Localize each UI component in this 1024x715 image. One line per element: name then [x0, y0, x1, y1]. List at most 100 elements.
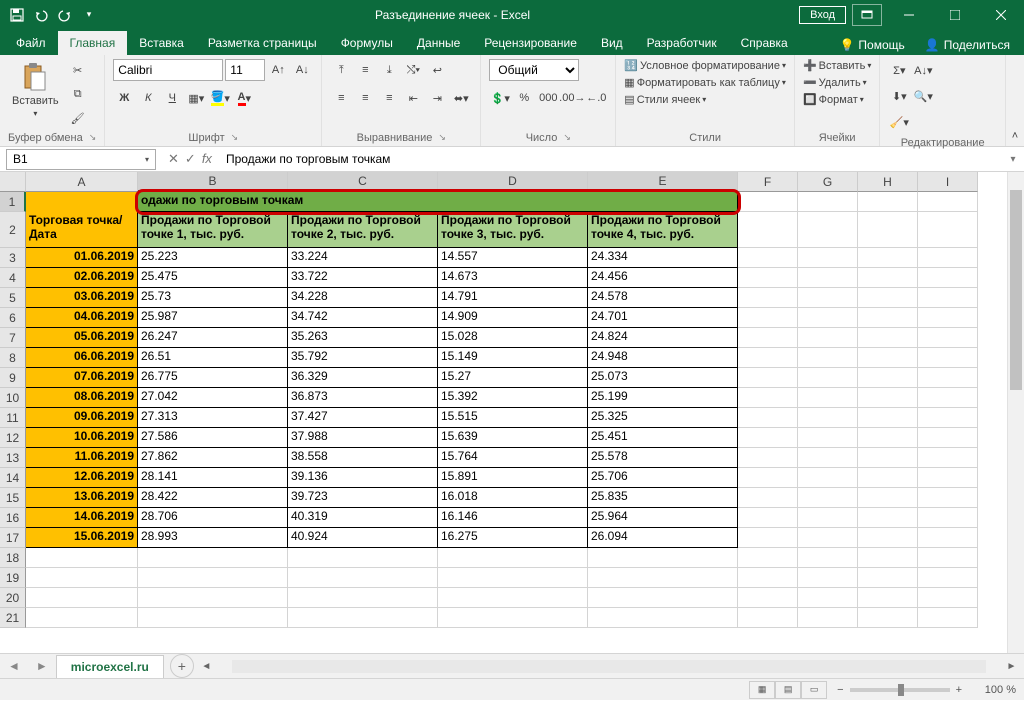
cell[interactable] [588, 588, 738, 608]
cell[interactable] [738, 192, 798, 212]
cell[interactable]: 16.018 [438, 488, 588, 508]
tab-data[interactable]: Данные [405, 31, 472, 55]
cell[interactable]: 27.586 [138, 428, 288, 448]
cell[interactable]: 37.427 [288, 408, 438, 428]
page-break-view-icon[interactable]: ▭ [801, 681, 827, 699]
tab-file[interactable]: Файл [4, 31, 58, 55]
fx-icon[interactable]: fx [202, 151, 212, 167]
col-F[interactable]: F [738, 172, 798, 192]
cell[interactable]: 16.275 [438, 528, 588, 548]
cell[interactable]: 14.557 [438, 248, 588, 268]
cell[interactable] [858, 608, 918, 628]
format-as-table-button[interactable]: ▦Форматировать как таблицу▾ [624, 76, 786, 89]
cell[interactable]: 27.313 [138, 408, 288, 428]
row-7[interactable]: 7 [0, 328, 26, 348]
cell[interactable] [918, 428, 978, 448]
row-13[interactable]: 13 [0, 448, 26, 468]
cell[interactable] [918, 408, 978, 428]
cell[interactable]: 24.456 [588, 268, 738, 288]
cell[interactable]: 25.223 [138, 248, 288, 268]
bold-button[interactable]: Ж [113, 87, 135, 109]
cell[interactable] [26, 588, 138, 608]
cell[interactable] [918, 608, 978, 628]
cancel-formula-icon[interactable]: ✕ [168, 151, 179, 167]
tab-review[interactable]: Рецензирование [472, 31, 589, 55]
insert-cells-button[interactable]: ➕Вставить▾ [803, 59, 871, 72]
cell[interactable] [858, 568, 918, 588]
cell[interactable] [858, 508, 918, 528]
cell[interactable]: 26.094 [588, 528, 738, 548]
cell[interactable]: одажи по торговым точкам [138, 192, 738, 212]
cell[interactable]: 25.451 [588, 428, 738, 448]
cell[interactable] [858, 308, 918, 328]
autosum-icon[interactable]: Σ▾ [888, 59, 910, 81]
cell[interactable]: 15.764 [438, 448, 588, 468]
save-icon[interactable] [6, 4, 28, 26]
cell[interactable]: 26.51 [138, 348, 288, 368]
cell[interactable]: 15.27 [438, 368, 588, 388]
cell[interactable]: 14.791 [438, 288, 588, 308]
row-10[interactable]: 10 [0, 388, 26, 408]
tab-formulas[interactable]: Формулы [329, 31, 405, 55]
number-format-combo[interactable]: Общий [489, 59, 579, 81]
cell[interactable]: 26.247 [138, 328, 288, 348]
cell[interactable] [138, 568, 288, 588]
ribbon-display-options-icon[interactable] [852, 4, 882, 26]
cell[interactable] [738, 388, 798, 408]
row-18[interactable]: 18 [0, 548, 26, 568]
cell[interactable] [738, 528, 798, 548]
cell[interactable] [738, 588, 798, 608]
tab-developer[interactable]: Разработчик [635, 31, 729, 55]
zoom-level[interactable]: 100 % [968, 684, 1016, 696]
cell[interactable]: Продажи по Торговой точке 2, тыс. руб. [288, 212, 438, 248]
cell[interactable] [438, 588, 588, 608]
font-color-button[interactable]: A▾ [233, 87, 255, 109]
expand-formula-bar-icon[interactable]: ▾ [1002, 154, 1024, 165]
cell[interactable] [918, 328, 978, 348]
cell[interactable] [738, 488, 798, 508]
cell[interactable]: 11.06.2019 [26, 448, 138, 468]
redo-icon[interactable] [54, 4, 76, 26]
cell[interactable] [738, 248, 798, 268]
cell[interactable] [798, 288, 858, 308]
row-3[interactable]: 3 [0, 248, 26, 268]
find-icon[interactable]: 🔍▾ [912, 85, 934, 107]
align-right-icon[interactable]: ≡ [378, 87, 400, 109]
cell[interactable] [798, 348, 858, 368]
cell[interactable] [138, 608, 288, 628]
cell[interactable] [438, 568, 588, 588]
cell[interactable]: 07.06.2019 [26, 368, 138, 388]
cell[interactable]: 34.228 [288, 288, 438, 308]
cell[interactable] [288, 608, 438, 628]
wrap-text-button[interactable]: ↩ [426, 59, 448, 81]
cell[interactable] [798, 428, 858, 448]
cell[interactable] [738, 448, 798, 468]
cell[interactable]: 16.146 [438, 508, 588, 528]
cell[interactable] [798, 408, 858, 428]
cell[interactable]: Продажи по Торговой точке 3, тыс. руб. [438, 212, 588, 248]
cell[interactable] [798, 548, 858, 568]
cell[interactable] [738, 608, 798, 628]
cell[interactable] [588, 548, 738, 568]
horizontal-scrollbar[interactable]: ◄► [198, 658, 1020, 675]
cell[interactable]: 25.964 [588, 508, 738, 528]
cell[interactable]: 14.673 [438, 268, 588, 288]
cell[interactable]: 28.993 [138, 528, 288, 548]
fill-color-button[interactable]: 🪣▾ [209, 87, 231, 109]
cell[interactable] [798, 488, 858, 508]
cell[interactable]: 09.06.2019 [26, 408, 138, 428]
cell[interactable]: 25.475 [138, 268, 288, 288]
cell[interactable] [858, 288, 918, 308]
collapse-ribbon-icon[interactable]: ˄ [1006, 55, 1024, 146]
cell[interactable]: 24.334 [588, 248, 738, 268]
increase-indent-icon[interactable]: ⇥ [426, 87, 448, 109]
clear-icon[interactable]: 🧹▾ [888, 111, 910, 133]
cell[interactable] [26, 192, 138, 212]
cell[interactable] [738, 288, 798, 308]
cell[interactable]: 25.73 [138, 288, 288, 308]
align-center-icon[interactable]: ≡ [354, 87, 376, 109]
cell[interactable]: 24.578 [588, 288, 738, 308]
cell[interactable] [918, 248, 978, 268]
tab-help[interactable]: Справка [729, 31, 800, 55]
cell[interactable]: Продажи по Торговой точке 4, тыс. руб. [588, 212, 738, 248]
